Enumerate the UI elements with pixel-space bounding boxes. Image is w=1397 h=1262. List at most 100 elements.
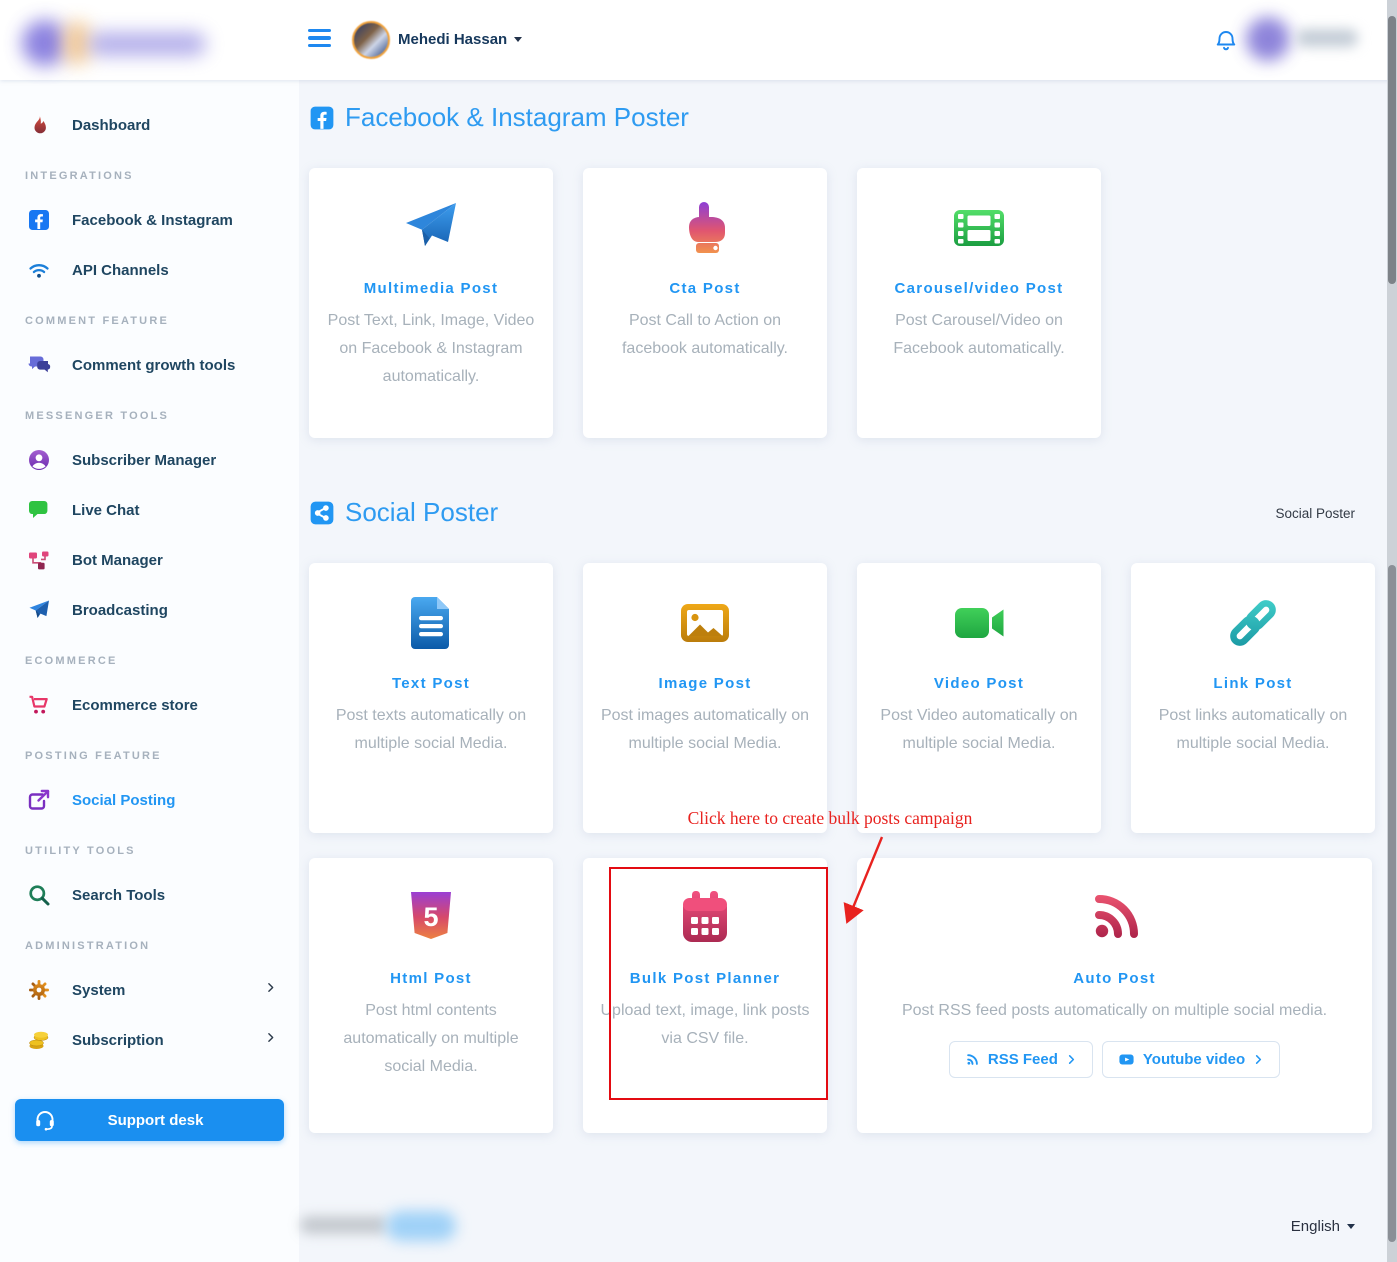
sidebar-item-label: Bot Manager [72,552,163,569]
sidebar-section-integrations: INTEGRATIONS [0,150,299,195]
scrollbar-thumb[interactable] [1388,16,1396,284]
headset-icon [33,1108,57,1132]
youtube-video-label: Youtube video [1143,1051,1245,1068]
sidebar-item-api-channels[interactable]: API Channels [0,245,299,295]
card-title: Auto Post [857,970,1372,987]
html5-icon: 5 [399,886,463,950]
scrollbar-track[interactable] [1387,0,1397,1262]
chevron-down-icon [514,37,522,42]
chevron-right-icon [264,981,277,999]
user-name: Mehedi Hassan [398,31,507,48]
support-desk-button[interactable]: Support desk [15,1099,284,1141]
youtube-icon [1118,1051,1135,1068]
sidebar-item-facebook-instagram[interactable]: Facebook & Instagram [0,195,299,245]
breadcrumb: Social Poster [1275,506,1355,521]
sidebar-item-ecommerce-store[interactable]: Ecommerce store [0,680,299,730]
sitemap-icon [27,548,51,572]
search-icon [27,883,51,907]
hand-pointer-icon [673,196,737,260]
facebook-icon [27,208,51,232]
chat-bubble-icon [27,498,51,522]
film-icon [947,196,1011,260]
logo-blur-shape [64,22,90,64]
calendar-icon [673,886,737,950]
share-alt-icon [309,500,335,526]
user-menu[interactable]: Mehedi Hassan [398,31,522,48]
card-bulk-post-planner[interactable]: Bulk Post Planner Upload text, image, li… [583,858,827,1133]
sidebar-item-comment-growth-tools[interactable]: Comment growth tools [0,340,299,390]
coins-icon [27,1028,51,1052]
card-title: Link Post [1131,675,1375,692]
comments-icon [27,353,51,377]
sidebar: Dashboard INTEGRATIONS Facebook & Instag… [0,80,299,1262]
card-html-post[interactable]: 5 Html Post Post html contents automatic… [309,858,553,1133]
sidebar-item-subscription[interactable]: Subscription [0,1015,299,1065]
sidebar-item-label: System [72,982,125,999]
card-video-post[interactable]: Video Post Post Video automatically on m… [857,563,1101,833]
hamburger-menu-icon[interactable] [308,29,331,51]
blurred-footer-badge [386,1211,456,1241]
sidebar-item-label: Facebook & Instagram [72,212,233,229]
section-title: Social Poster [345,497,498,528]
sidebar-item-social-posting[interactable]: Social Posting [0,775,299,825]
svg-text:5: 5 [423,902,438,932]
cart-icon [27,693,51,717]
card-text-post[interactable]: Text Post Post texts automatically on mu… [309,563,553,833]
paper-plane-icon [399,196,463,260]
blurred-username [1296,29,1358,47]
gear-icon [27,978,51,1002]
card-description: Post images automatically on multiple so… [583,702,827,758]
wifi-icon [27,258,51,282]
card-link-post[interactable]: Link Post Post links automatically on mu… [1131,563,1375,833]
card-title: Image Post [583,675,827,692]
card-title: Multimedia Post [309,280,553,297]
sidebar-item-label: Social Posting [72,792,175,809]
card-title: Cta Post [583,280,827,297]
sidebar-section-messenger-tools: MESSENGER TOOLS [0,390,299,435]
language-selector[interactable]: English [1291,1218,1355,1235]
card-description: Post Call to Action on facebook automati… [583,307,827,363]
section-heading-social-poster: Social Poster [309,497,498,528]
sidebar-item-label: Comment growth tools [72,357,235,374]
scrollbar-thumb[interactable] [1388,565,1396,1242]
rss-icon [1083,886,1147,950]
annotation-text: Click here to create bulk posts campaign [660,808,1000,829]
sidebar-item-system[interactable]: System [0,965,299,1015]
sidebar-item-dashboard[interactable]: Dashboard [0,100,299,150]
sidebar-item-label: Subscriber Manager [72,452,216,469]
bell-icon[interactable] [1214,29,1238,53]
support-desk-label: Support desk [57,1112,254,1129]
sidebar-section-comment-feature: COMMENT FEATURE [0,295,299,340]
card-multimedia-post[interactable]: Multimedia Post Post Text, Link, Image, … [309,168,553,438]
text-file-icon [399,591,463,655]
chevron-right-icon [1066,1054,1077,1065]
top-header: Mehedi Hassan [0,0,1397,80]
rss-feed-button[interactable]: RSS Feed [949,1041,1093,1078]
sidebar-item-label: Dashboard [72,117,150,134]
sidebar-item-broadcasting[interactable]: Broadcasting [0,585,299,635]
youtube-video-button[interactable]: Youtube video [1102,1041,1280,1078]
sidebar-item-subscriber-manager[interactable]: Subscriber Manager [0,435,299,485]
sidebar-item-label: Broadcasting [72,602,168,619]
card-cta-post[interactable]: Cta Post Post Call to Action on facebook… [583,168,827,438]
user-avatar[interactable] [352,21,390,59]
card-auto-post[interactable]: Auto Post Post RSS feed posts automatica… [857,858,1372,1133]
card-image-post[interactable]: Image Post Post images automatically on … [583,563,827,833]
sidebar-item-live-chat[interactable]: Live Chat [0,485,299,535]
sidebar-item-bot-manager[interactable]: Bot Manager [0,535,299,585]
app-logo[interactable] [14,8,234,72]
card-description: Post links automatically on multiple soc… [1131,702,1375,758]
card-description: Post Carousel/Video on Facebook automati… [857,307,1101,363]
card-title: Video Post [857,675,1101,692]
link-icon [1221,591,1285,655]
logo-blur-shape [88,32,206,56]
sidebar-item-label: Subscription [72,1032,164,1049]
image-icon [673,591,737,655]
sidebar-item-label: Ecommerce store [72,697,198,714]
sidebar-item-search-tools[interactable]: Search Tools [0,870,299,920]
flame-icon [27,113,51,137]
card-carousel-video-post[interactable]: Carousel/video Post Post Carousel/Video … [857,168,1101,438]
card-description: Upload text, image, link posts via CSV f… [583,997,827,1053]
card-title: Bulk Post Planner [583,970,827,987]
card-description: Post html contents automatically on mult… [309,997,553,1081]
